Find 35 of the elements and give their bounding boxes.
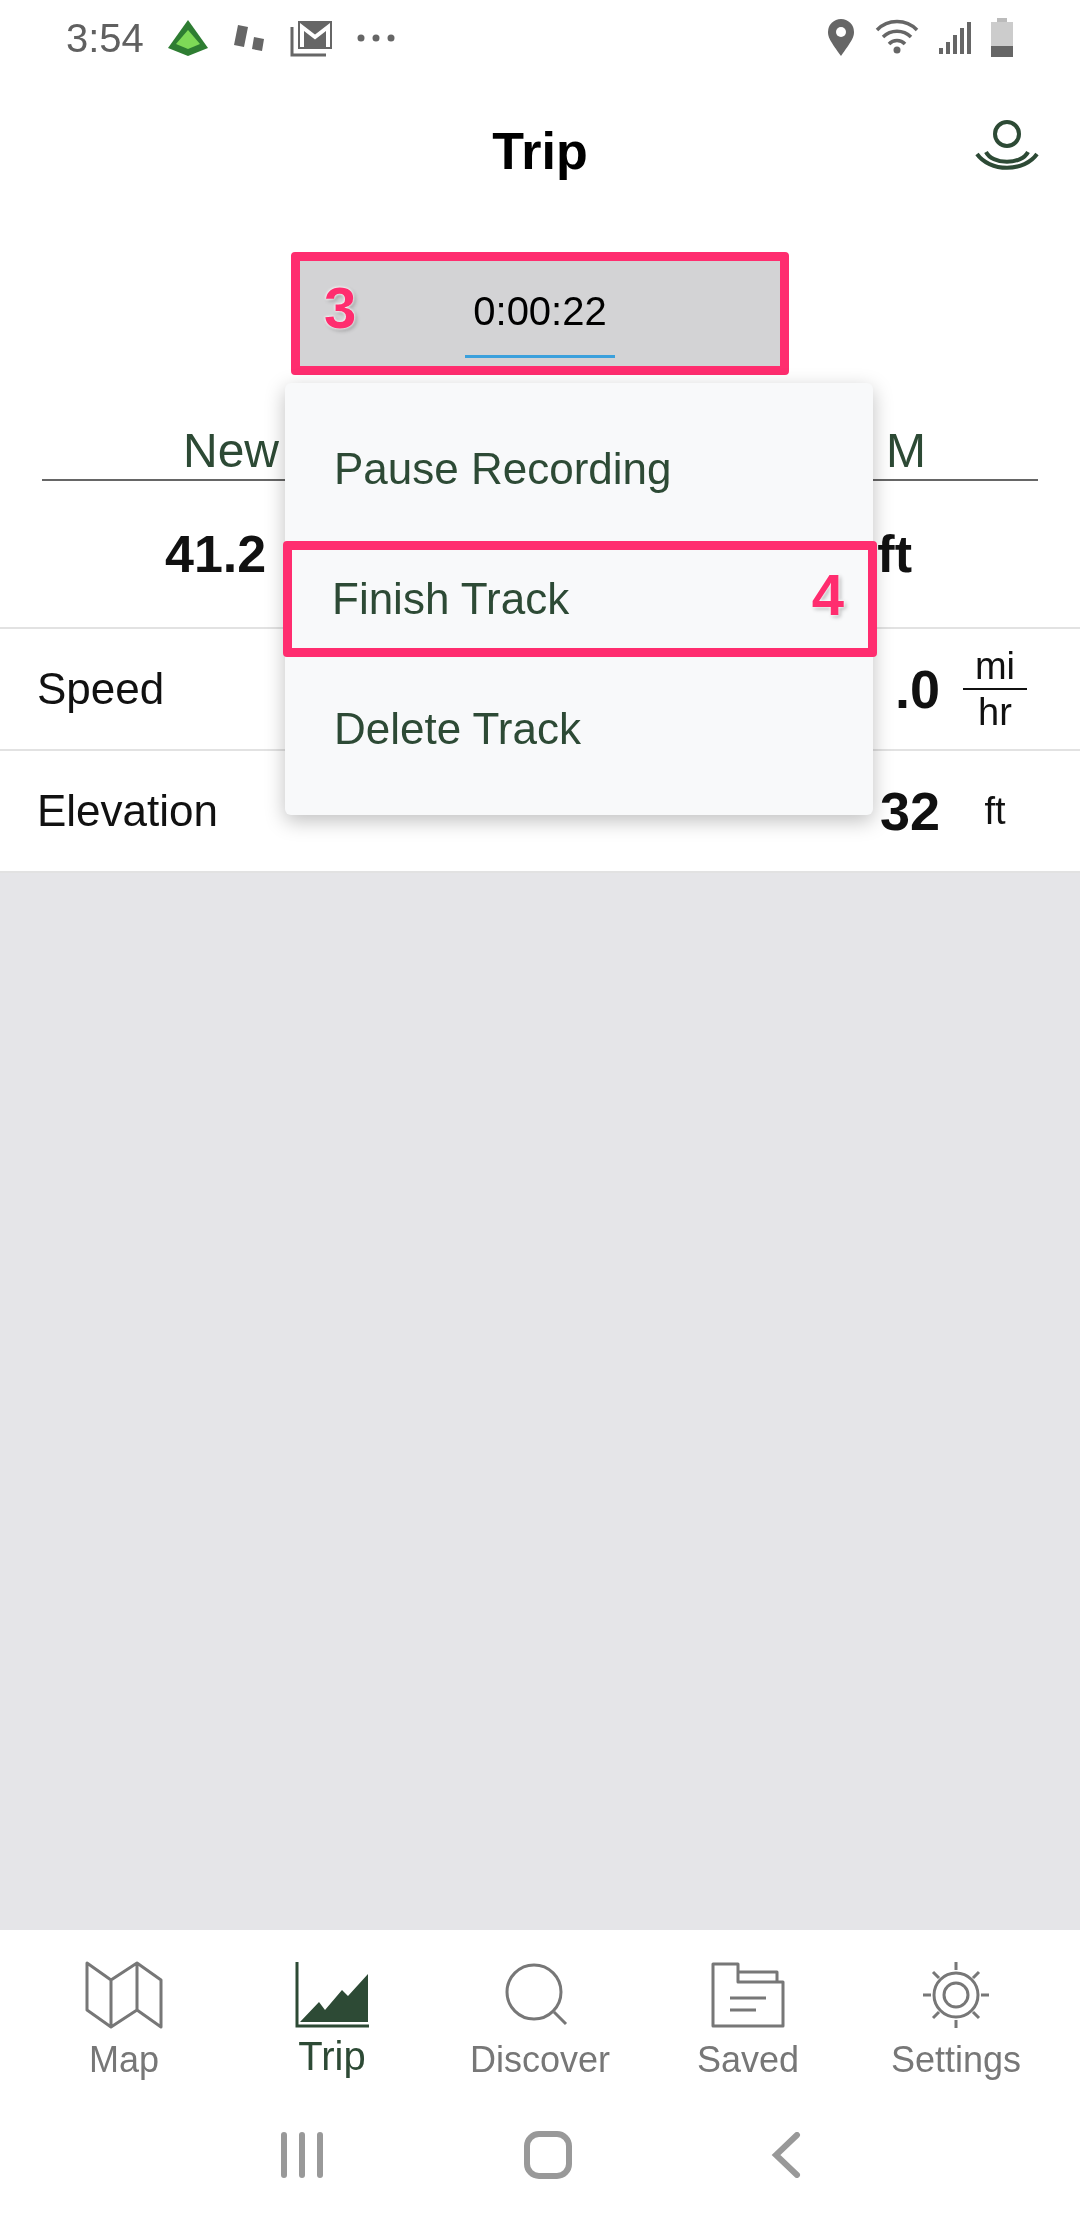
more-icon: [355, 33, 396, 43]
annotation-number: 3: [324, 275, 357, 340]
menu-item[interactable]: Pause Recording: [285, 397, 873, 541]
timer-display[interactable]: 3 0:00:22: [291, 252, 789, 375]
elapsed-time: 0:00:22: [465, 269, 615, 358]
nav-tab[interactable]: Settings: [861, 1960, 1051, 2078]
annotation-number: 4: [811, 561, 844, 627]
mail-icon: [289, 19, 334, 57]
menu-item[interactable]: Delete Track: [285, 657, 873, 801]
stat-value: 32: [879, 779, 940, 843]
track-tab[interactable]: M: [886, 427, 926, 475]
battery-icon: [990, 18, 1014, 58]
page-title: Trip: [492, 121, 588, 182]
status-time: 3:54: [66, 15, 144, 62]
stat-label: Elevation: [37, 785, 218, 837]
nav-tab[interactable]: Trip: [237, 1960, 427, 2076]
unit-label: mi: [962, 644, 1028, 690]
stat-label: Speed: [37, 663, 165, 715]
map-icon: [84, 1960, 164, 2030]
location-icon: [826, 18, 856, 58]
nav-tab[interactable]: Discover: [445, 1960, 635, 2078]
nav-tab[interactable]: Saved: [653, 1960, 843, 2078]
nav-tab[interactable]: Map: [29, 1960, 219, 2078]
recent-apps-icon[interactable]: [279, 2132, 325, 2178]
menu-item[interactable]: Finish Track 4: [283, 541, 877, 657]
unit-label: ft: [984, 788, 1006, 834]
stat-value: 41.2: [165, 524, 267, 585]
back-icon[interactable]: [771, 2132, 801, 2178]
track-tab[interactable]: New: [183, 427, 280, 475]
stat-value: .0: [894, 657, 940, 721]
mountain-app-icon: [165, 18, 210, 58]
home-icon[interactable]: [523, 2130, 573, 2180]
unit-label: hr: [978, 690, 1012, 734]
unit-label: ft: [877, 524, 912, 585]
signal-icon: [938, 20, 972, 56]
